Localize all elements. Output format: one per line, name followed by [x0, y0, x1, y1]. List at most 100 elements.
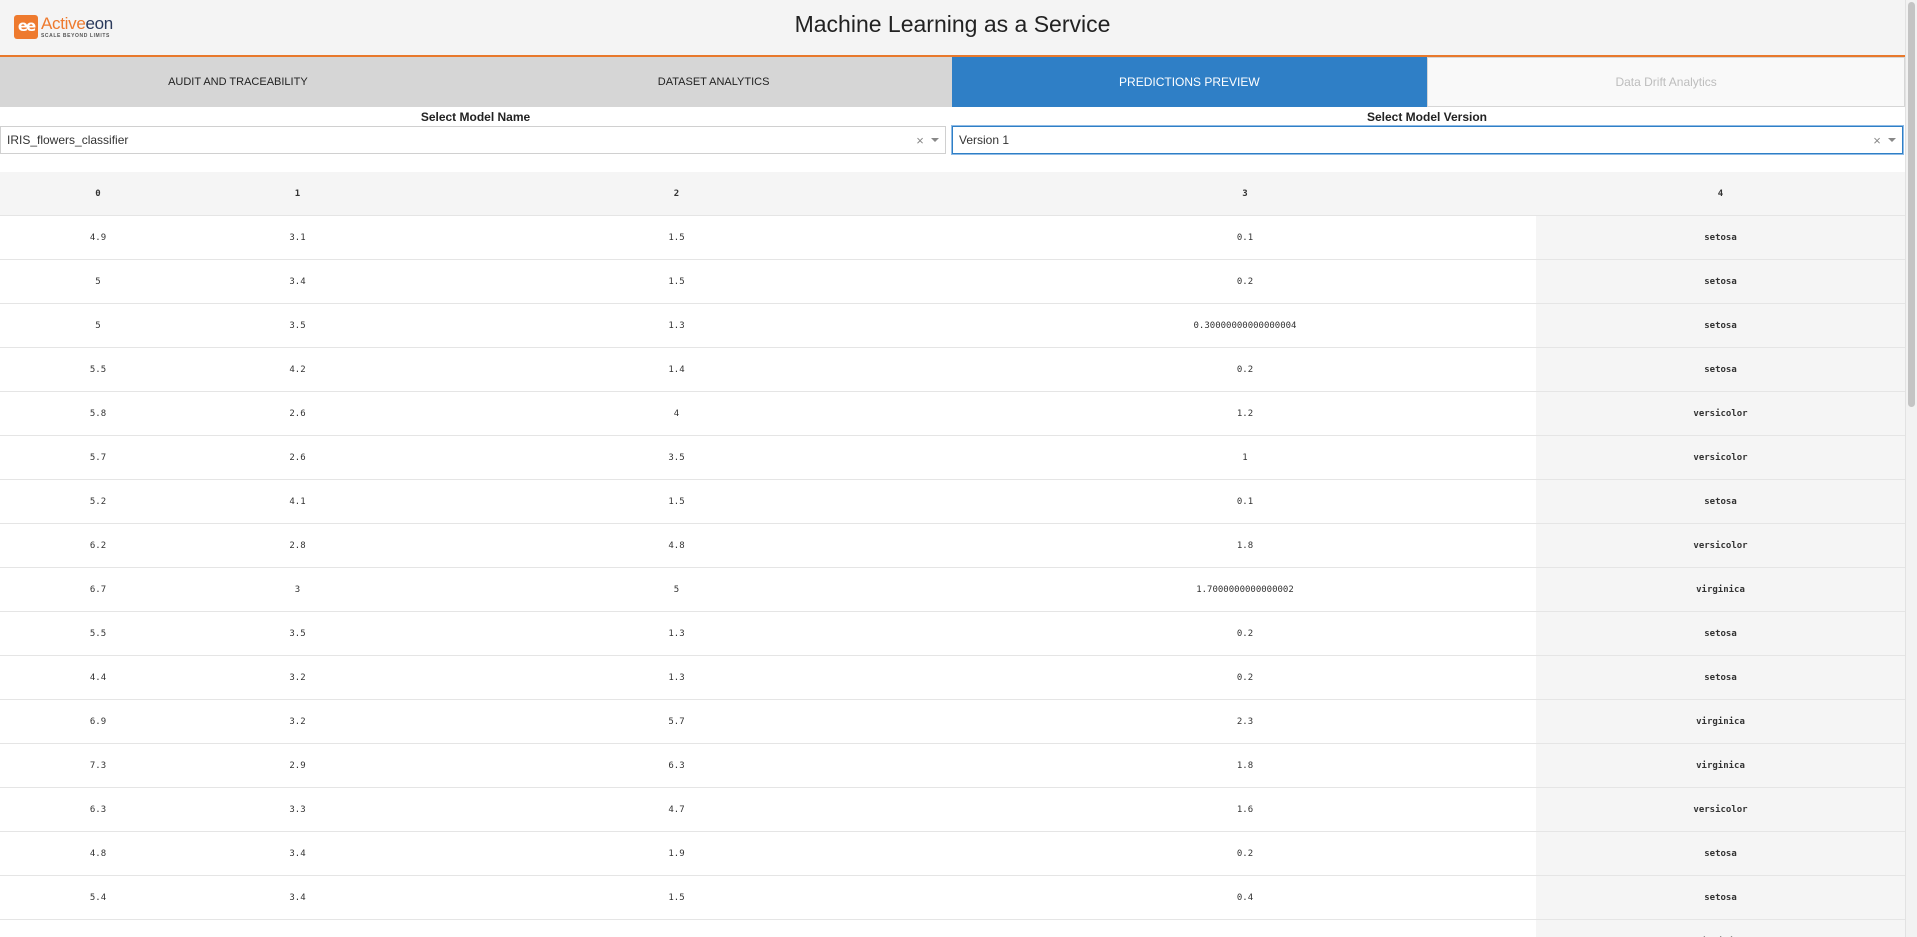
clear-icon[interactable]: ×: [1870, 133, 1884, 148]
feature-cell: 1.2: [954, 391, 1536, 436]
scrollbar-thumb[interactable]: [1908, 2, 1915, 407]
prediction-cell: virginica: [1536, 567, 1905, 612]
prediction-cell: setosa: [1536, 611, 1905, 656]
feature-cell: 2.9: [196, 743, 399, 788]
feature-cell: 4.9: [0, 215, 196, 260]
feature-cell: 1.8: [954, 743, 1536, 788]
table-row: 5.7 2.6 3.5 1 versicolor: [0, 435, 1905, 480]
feature-cell: 6.9: [0, 699, 196, 744]
feature-cell: 5: [0, 303, 196, 348]
feature-cell: 1.8: [954, 523, 1536, 568]
table-row: 5 3.4 1.5 0.2 setosa: [0, 259, 1905, 304]
feature-cell: 5.7: [399, 699, 954, 744]
feature-cell: 3.5: [196, 303, 399, 348]
feature-cell: 3: [196, 567, 399, 612]
feature-cell: 0.2: [954, 259, 1536, 304]
feature-cell: 5.8: [399, 919, 954, 937]
feature-cell: 0.2: [954, 347, 1536, 392]
table-row: 5 3.5 1.3 0.30000000000000004 setosa: [0, 303, 1905, 348]
feature-cell: 5: [399, 567, 954, 612]
table-row: 7.3 2.9 6.3 1.8 virginica: [0, 743, 1905, 788]
prediction-cell: virginica: [1536, 699, 1905, 744]
feature-cell: 3.5: [196, 611, 399, 656]
feature-cell: 4.8: [0, 831, 196, 876]
feature-cell: 5.5: [0, 611, 196, 656]
feature-cell: 2.3: [954, 699, 1536, 744]
feature-cell: 2.6: [196, 391, 399, 436]
feature-cell: 0.30000000000000004: [954, 303, 1536, 348]
feature-cell: 1.7000000000000002: [954, 567, 1536, 612]
feature-cell: 4.2: [196, 347, 399, 392]
table-row: 4.8 3.4 1.9 0.2 setosa: [0, 831, 1905, 876]
feature-cell: 6.2: [0, 523, 196, 568]
page-scrollbar[interactable]: [1905, 0, 1917, 937]
feature-cell: 4.4: [0, 655, 196, 700]
feature-cell: 1.3: [399, 303, 954, 348]
table-row: 4.9 3.1 1.5 0.1 setosa: [0, 215, 1905, 260]
feature-cell: 4.8: [399, 523, 954, 568]
feature-cell: 3.2: [196, 655, 399, 700]
feature-cell: 0.1: [954, 479, 1536, 524]
prediction-cell: versicolor: [1536, 391, 1905, 436]
table-row: 5.8 2.6 4 1.2 versicolor: [0, 391, 1905, 436]
feature-cell: 1.3: [399, 611, 954, 656]
model-version-label: Select Model Version: [1366, 110, 1488, 124]
table-row: 5.4 3.4 1.5 0.4 setosa: [0, 875, 1905, 920]
feature-cell: 5.7: [0, 435, 196, 480]
feature-cell: 1: [954, 435, 1536, 480]
feature-cell: 3.5: [399, 435, 954, 480]
table-row: 5.5 3.5 1.3 0.2 setosa: [0, 611, 1905, 656]
feature-cell: 4.1: [196, 479, 399, 524]
feature-cell: 3.4: [196, 259, 399, 304]
feature-cell: 5.8: [0, 391, 196, 436]
feature-cell: 6.7: [0, 567, 196, 612]
prediction-cell: setosa: [1536, 479, 1905, 524]
prediction-cell: setosa: [1536, 259, 1905, 304]
feature-cell: 0.2: [954, 611, 1536, 656]
chevron-down-icon[interactable]: [1888, 138, 1896, 142]
feature-cell: 6.5: [0, 919, 196, 937]
prediction-cell: setosa: [1536, 215, 1905, 260]
tab-audit-traceability[interactable]: AUDIT AND TRACEABILITY: [0, 57, 476, 107]
feature-cell: 3.3: [196, 787, 399, 832]
prediction-cell: versicolor: [1536, 435, 1905, 480]
table-row: 5.2 4.1 1.5 0.1 setosa: [0, 479, 1905, 524]
feature-cell: 5.4: [0, 875, 196, 920]
tab-predictions-preview[interactable]: PREDICTIONS PREVIEW: [951, 57, 1428, 107]
model-name-value: IRIS_flowers_classifier: [7, 133, 129, 147]
predictions-table: 0 1 2 3 4 4.9 3.1 1.5 0.1 setosa 5 3.4 1.5 0.2 se…: [0, 172, 1905, 937]
feature-cell: 1.5: [399, 479, 954, 524]
column-header[interactable]: 2: [399, 172, 954, 216]
feature-cell: 2.6: [196, 435, 399, 480]
prediction-cell: versicolor: [1536, 523, 1905, 568]
table-row: 6.535.82.2virginica: [0, 919, 1905, 937]
model-name-select[interactable]: IRIS_flowers_classifier ×: [0, 126, 946, 154]
feature-cell: 3.4: [196, 831, 399, 876]
feature-cell: 5.2: [0, 479, 196, 524]
tab-dataset-analytics[interactable]: DATASET ANALYTICS: [475, 57, 952, 107]
feature-cell: 3.4: [196, 875, 399, 920]
table-row: 6.7 3 5 1.7000000000000002 virginica: [0, 567, 1905, 612]
table-row: 5.5 4.2 1.4 0.2 setosa: [0, 347, 1905, 392]
chevron-down-icon[interactable]: [931, 138, 939, 142]
feature-cell: 2.8: [196, 523, 399, 568]
feature-cell: 0.2: [954, 655, 1536, 700]
model-version-select[interactable]: Version 1 ×: [952, 126, 1903, 154]
feature-cell: 1.9: [399, 831, 954, 876]
feature-cell: 3: [196, 919, 399, 937]
feature-cell: 1.5: [399, 875, 954, 920]
column-header[interactable]: 1: [196, 172, 399, 216]
feature-cell: 0.4: [954, 875, 1536, 920]
table-row: 6.3 3.3 4.7 1.6 versicolor: [0, 787, 1905, 832]
predictions-table-container: 0 1 2 3 4 4.9 3.1 1.5 0.1 setosa 5 3.4 1.5 0.2 se…: [0, 172, 1905, 937]
feature-cell: 2.2: [954, 919, 1536, 937]
feature-cell: 4: [399, 391, 954, 436]
feature-cell: 6.3: [399, 743, 954, 788]
column-header[interactable]: 4: [1536, 172, 1905, 216]
clear-icon[interactable]: ×: [913, 133, 927, 148]
prediction-cell: setosa: [1536, 303, 1905, 348]
column-header[interactable]: 3: [954, 172, 1536, 216]
tab-data-drift-analytics: Data Drift Analytics: [1427, 57, 1905, 107]
column-header[interactable]: 0: [0, 172, 196, 216]
table-row: 6.9 3.2 5.7 2.3 virginica: [0, 699, 1905, 744]
